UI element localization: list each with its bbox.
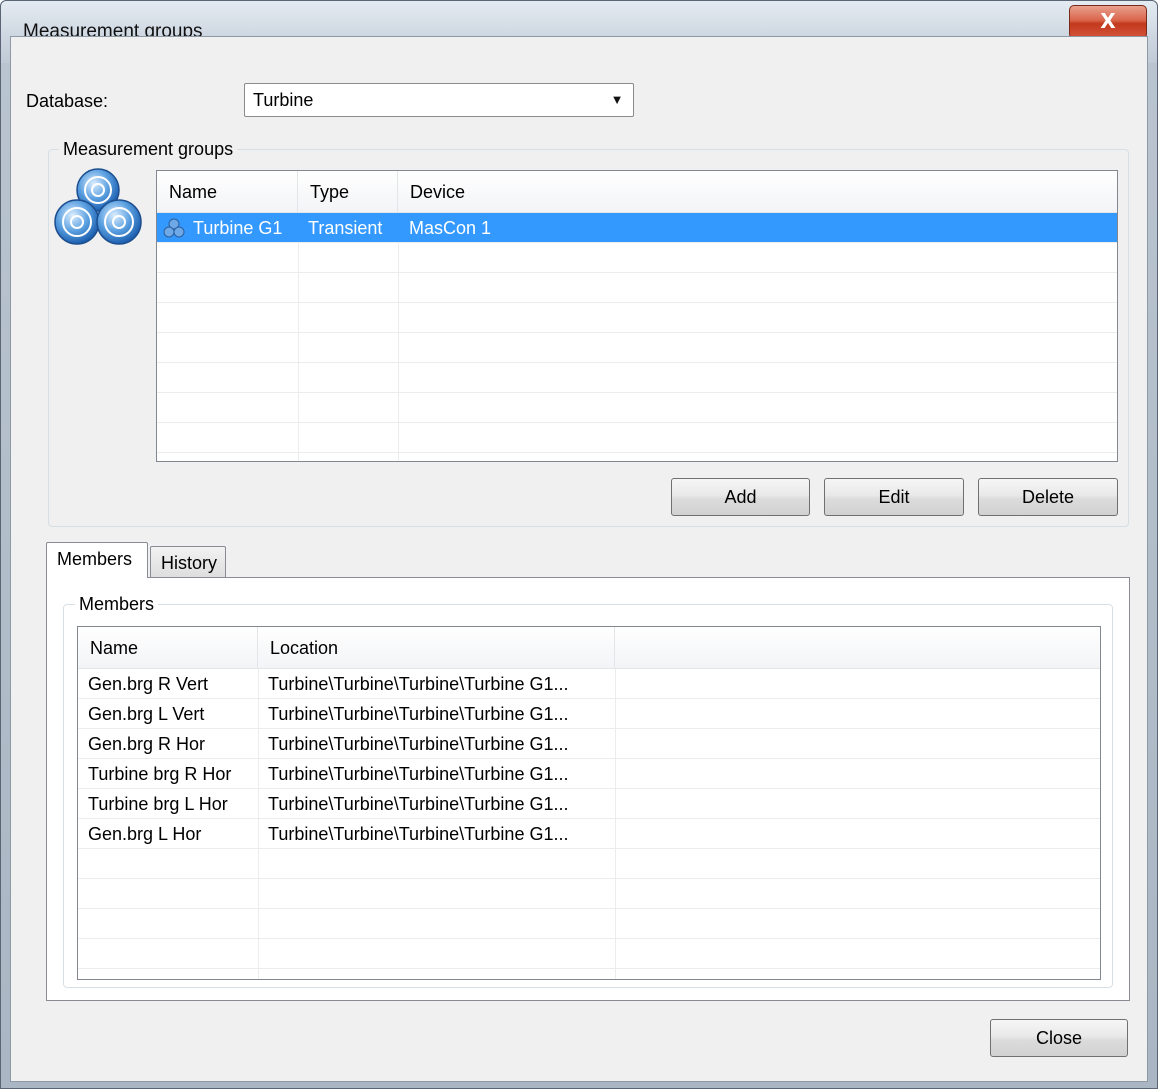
close-button[interactable]: Close: [990, 1019, 1128, 1057]
members-list[interactable]: Name Location Gen.brg R Vert Turbine\Tur…: [77, 626, 1101, 980]
empty-row: [157, 333, 1117, 363]
member-name: Turbine brg L Hor: [88, 794, 228, 814]
measurement-groups-legend: Measurement groups: [59, 139, 238, 160]
tab-members[interactable]: Members: [46, 542, 148, 578]
database-dropdown-value: Turbine: [253, 90, 314, 110]
delete-button[interactable]: Delete: [978, 478, 1118, 516]
member-row[interactable]: Gen.brg R Hor Turbine\Turbine\Turbine\Tu…: [78, 729, 1100, 759]
member-location: Turbine\Turbine\Turbine\Turbine G1...: [268, 794, 569, 814]
member-name: Gen.brg L Vert: [88, 704, 205, 724]
member-name: Gen.brg R Hor: [88, 734, 206, 754]
dialog-client-area: Database: Turbine ▼ Measurement groups N…: [10, 36, 1148, 1082]
group-icon: [163, 218, 185, 238]
member-name: Gen.brg R Vert: [88, 674, 209, 694]
column-header-device[interactable]: Device: [398, 171, 1118, 213]
edit-button[interactable]: Edit: [824, 478, 964, 516]
member-location: Turbine\Turbine\Turbine\Turbine G1...: [268, 764, 569, 784]
member-row[interactable]: Turbine brg L Hor Turbine\Turbine\Turbin…: [78, 789, 1100, 819]
empty-row: [157, 243, 1117, 273]
empty-row: [78, 909, 1100, 939]
empty-row: [78, 849, 1100, 879]
group-name: Turbine G1: [193, 218, 283, 238]
database-dropdown[interactable]: Turbine ▼: [244, 83, 634, 117]
column-header-name[interactable]: Name: [157, 171, 298, 213]
database-label: Database:: [26, 91, 109, 111]
group-row[interactable]: Turbine G1 Transient MasCon 1: [157, 213, 1117, 243]
member-location: Turbine\Turbine\Turbine\Turbine G1...: [268, 674, 569, 694]
dialog-window: Measurement groups X Database: Turbine ▼…: [0, 0, 1158, 1089]
empty-row: [157, 303, 1117, 333]
groups-list-header: Name Type Device: [157, 171, 1117, 213]
member-row[interactable]: Gen.brg L Hor Turbine\Turbine\Turbine\Tu…: [78, 819, 1100, 849]
tab-history[interactable]: History: [150, 546, 226, 580]
chevron-down-icon: ▼: [610, 92, 624, 107]
group-device: MasCon 1: [409, 218, 492, 238]
empty-row: [157, 363, 1117, 393]
column-header-empty[interactable]: [615, 627, 1101, 669]
window-close-button[interactable]: X: [1069, 5, 1147, 39]
empty-row: [157, 393, 1117, 423]
empty-row: [157, 273, 1117, 303]
members-list-header: Name Location: [78, 627, 1100, 669]
empty-row: [78, 879, 1100, 909]
member-row[interactable]: Gen.brg R Vert Turbine\Turbine\Turbine\T…: [78, 669, 1100, 699]
member-row[interactable]: Turbine brg R Hor Turbine\Turbine\Turbin…: [78, 759, 1100, 789]
member-name: Gen.brg L Hor: [88, 824, 202, 844]
empty-row: [78, 939, 1100, 969]
members-tab-page: Members Name Location Gen.brg R Vert Tur…: [46, 577, 1130, 1001]
member-location: Turbine\Turbine\Turbine\Turbine G1...: [268, 824, 569, 844]
member-row[interactable]: Gen.brg L Vert Turbine\Turbine\Turbine\T…: [78, 699, 1100, 729]
empty-row: [157, 423, 1117, 453]
column-header-type[interactable]: Type: [298, 171, 398, 213]
add-button[interactable]: Add: [671, 478, 810, 516]
member-location: Turbine\Turbine\Turbine\Turbine G1...: [268, 734, 569, 754]
measurement-groups-list[interactable]: Name Type Device Turbine G1 Transient Ma…: [156, 170, 1118, 462]
measurement-groups-icon: [54, 168, 142, 245]
member-location: Turbine\Turbine\Turbine\Turbine G1...: [268, 704, 569, 724]
member-name: Turbine brg R Hor: [88, 764, 232, 784]
members-legend: Members: [75, 594, 159, 615]
group-type: Transient: [308, 218, 383, 238]
column-header-name[interactable]: Name: [78, 627, 258, 669]
column-header-location[interactable]: Location: [258, 627, 615, 669]
